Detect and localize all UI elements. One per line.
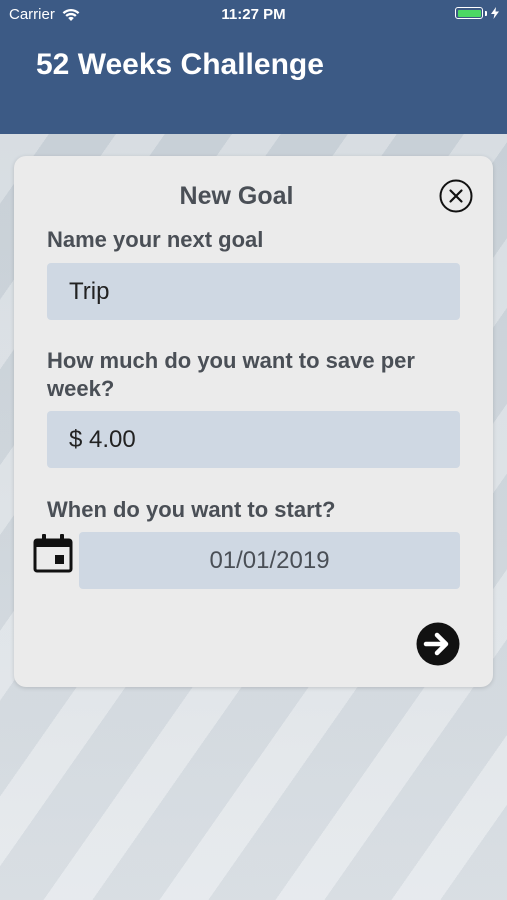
battery-icon: [455, 7, 499, 19]
new-goal-dialog: New Goal Name your next goal Trip How mu…: [14, 156, 493, 687]
dialog-title: New Goal: [179, 182, 294, 210]
status-bar: Carrier 11:27 PM: [0, 0, 507, 30]
close-circle-icon[interactable]: [439, 179, 473, 213]
goal-name-input[interactable]: Trip: [47, 263, 460, 320]
calendar-icon[interactable]: [33, 533, 73, 573]
arrow-right-circle-icon[interactable]: [416, 622, 460, 666]
weekly-amount-label: How much do you want to save per week?: [47, 348, 415, 401]
app-title: 52 Weeks Challenge: [36, 48, 324, 81]
goal-name-label: Name your next goal: [47, 227, 264, 252]
start-date-label: When do you want to start?: [47, 497, 336, 522]
start-date-input[interactable]: 01/01/2019: [79, 532, 460, 589]
clock: 11:27 PM: [221, 6, 286, 23]
app-header: Carrier 11:27 PM 52 Weeks Challenge: [0, 0, 507, 134]
bolt-icon: [491, 7, 499, 19]
weekly-amount-input[interactable]: $ 4.00: [47, 411, 460, 468]
